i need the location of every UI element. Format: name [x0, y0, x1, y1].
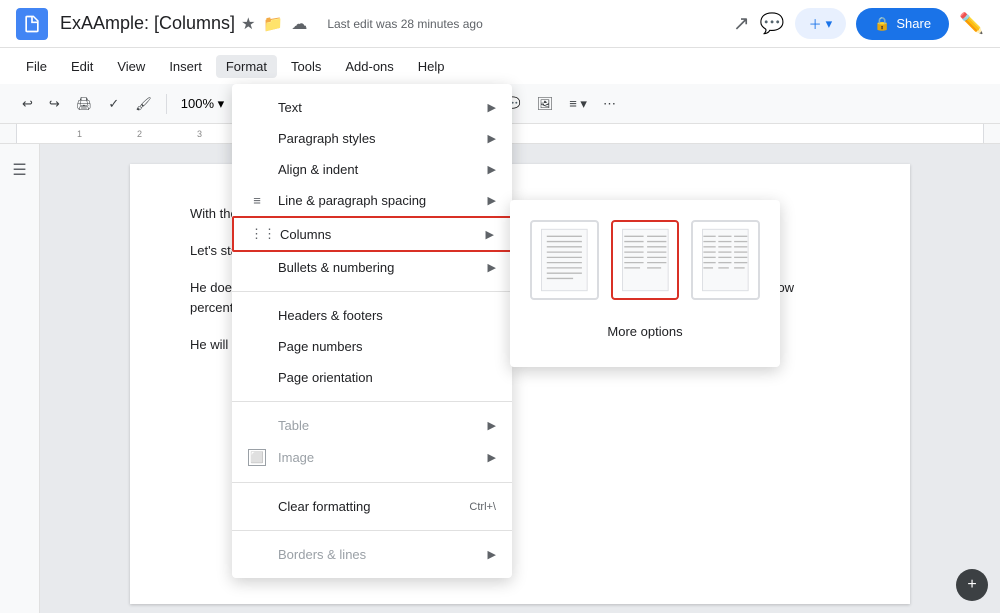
dd-item-paragraph-styles[interactable]: Paragraph styles ▶ [232, 123, 512, 154]
more-options-button[interactable]: More options [530, 316, 760, 347]
dd-item-align-indent[interactable]: Align & indent ▶ [232, 154, 512, 185]
toolbar-spellcheck[interactable]: ✓ [102, 92, 125, 116]
toolbar-sep-1 [166, 94, 167, 114]
folder-icon[interactable]: 📁 [263, 14, 283, 34]
toolbar-paintformat[interactable]: 🖌 [129, 92, 158, 116]
dd-item-line-spacing[interactable]: ≡ Line & paragraph spacing ▶ [232, 185, 512, 216]
line-spacing-icon: ≡ [248, 193, 266, 208]
dd-item-table: Table ▶ [232, 410, 512, 441]
menu-view[interactable]: View [107, 55, 155, 78]
dd-label-borders-lines: Borders & lines [278, 547, 366, 562]
dd-item-page-orientation[interactable]: Page orientation [232, 362, 512, 393]
comment-icon[interactable]: 💬 [760, 11, 785, 36]
toolbar-undo[interactable]: ↩ [16, 92, 39, 116]
dd-arrow-line-spacing: ▶ [488, 194, 496, 207]
columns-icon: ⋮⋮ [250, 226, 268, 242]
star-icon[interactable]: ★ [241, 14, 255, 34]
dd-item-clear-formatting[interactable]: Clear formatting Ctrl+\ [232, 491, 512, 522]
title-icons: ★ 📁 ☁ [241, 14, 307, 34]
format-dropdown: Text ▶ Paragraph styles ▶ Align & indent… [232, 84, 512, 578]
dd-item-text[interactable]: Text ▶ [232, 92, 512, 123]
doc-title[interactable]: ExAAmple: [Columns] [60, 13, 235, 34]
dd-arrow-image: ▶ [488, 451, 496, 464]
toolbar-more[interactable]: ⋯ [597, 92, 622, 116]
dd-arrow-align-indent: ▶ [488, 163, 496, 176]
dd-label-image: Image [278, 450, 314, 465]
dd-arrow-columns: ▶ [486, 228, 494, 241]
share-button[interactable]: 🔒 Share [856, 8, 949, 40]
app-icon[interactable] [16, 8, 48, 40]
dd-arrow-bullets: ▶ [488, 261, 496, 274]
col-option-three[interactable] [691, 220, 760, 300]
menu-tools[interactable]: Tools [281, 55, 331, 78]
dd-item-page-numbers[interactable]: Page numbers [232, 331, 512, 362]
trend-icon[interactable]: ↗ [733, 11, 750, 36]
dd-label-table: Table [278, 418, 309, 433]
col-option-two[interactable] [611, 220, 680, 300]
dd-divider-3 [232, 482, 512, 483]
title-area: ExAAmple: [Columns] ★ 📁 ☁ [60, 13, 307, 34]
dd-label-headers-footers: Headers & footers [278, 308, 383, 323]
dd-item-bullets[interactable]: Bullets & numbering ▶ [232, 252, 512, 283]
dd-item-image: ⬜ Image ▶ [232, 441, 512, 474]
cloud-icon[interactable]: ☁ [291, 14, 307, 34]
dd-arrow-table: ▶ [488, 419, 496, 432]
menu-bar: File Edit View Insert Format Tools Add-o… [0, 48, 1000, 84]
top-bar: ExAAmple: [Columns] ★ 📁 ☁ Last edit was … [0, 0, 1000, 48]
dd-label-page-numbers: Page numbers [278, 339, 363, 354]
menu-addons[interactable]: Add-ons [335, 55, 403, 78]
dd-arrow-borders-lines: ▶ [488, 548, 496, 561]
menu-insert[interactable]: Insert [159, 55, 212, 78]
add-icon: ＋ [809, 14, 822, 33]
top-right: ↗ 💬 ＋ ▾ 🔒 Share ✏️ [733, 8, 984, 40]
add-button[interactable]: ＋ ▾ [795, 8, 847, 39]
lock-icon: 🔒 [874, 16, 890, 32]
dd-label-bullets: Bullets & numbering [278, 260, 394, 275]
menu-file[interactable]: File [16, 55, 57, 78]
dd-divider-4 [232, 530, 512, 531]
sidebar-outline-icon[interactable]: ☰ [12, 160, 26, 180]
edit-icon[interactable]: ✏️ [959, 11, 984, 36]
dd-label-page-orientation: Page orientation [278, 370, 373, 385]
dd-label-line-spacing: Line & paragraph spacing [278, 193, 426, 208]
share-label: Share [896, 16, 931, 31]
dd-label-text: Text [278, 100, 302, 115]
col-option-one[interactable] [530, 220, 599, 300]
dd-arrow-text: ▶ [488, 101, 496, 114]
toolbar-zoom[interactable]: 100% ▾ [175, 94, 230, 114]
dd-label-paragraph-styles: Paragraph styles [278, 131, 376, 146]
title-row: ExAAmple: [Columns] ★ 📁 ☁ [60, 13, 307, 34]
menu-help[interactable]: Help [408, 55, 455, 78]
zoom-to-fit-button[interactable]: + [956, 569, 988, 601]
dd-divider-1 [232, 291, 512, 292]
toolbar-image[interactable]: 🖼 [531, 92, 560, 116]
menu-format[interactable]: Format [216, 55, 277, 78]
dd-arrow-paragraph-styles: ▶ [488, 132, 496, 145]
dd-divider-2 [232, 401, 512, 402]
dd-shortcut-clear: Ctrl+\ [469, 501, 496, 513]
last-edit: Last edit was 28 minutes ago [327, 17, 482, 31]
sidebar: ☰ [0, 144, 40, 613]
columns-options [530, 220, 760, 300]
dd-item-headers-footers[interactable]: Headers & footers [232, 300, 512, 331]
dd-item-columns[interactable]: ⋮⋮ Columns ▶ [232, 216, 512, 252]
columns-submenu: More options [510, 200, 780, 367]
dd-label-columns: Columns [280, 227, 331, 242]
dd-item-borders-lines: Borders & lines ▶ [232, 539, 512, 570]
dd-label-clear-formatting: Clear formatting [278, 499, 370, 514]
toolbar-print[interactable]: 🖨 [70, 92, 99, 116]
toolbar-align[interactable]: ≡ ▾ [563, 92, 593, 116]
toolbar-redo[interactable]: ↪ [43, 92, 66, 116]
zoom-value: 100% [181, 96, 214, 111]
zoom-arrow: ▾ [218, 96, 225, 111]
add-label: ▾ [826, 16, 833, 32]
menu-edit[interactable]: Edit [61, 55, 103, 78]
dd-label-align-indent: Align & indent [278, 162, 358, 177]
image-icon: ⬜ [248, 449, 266, 466]
